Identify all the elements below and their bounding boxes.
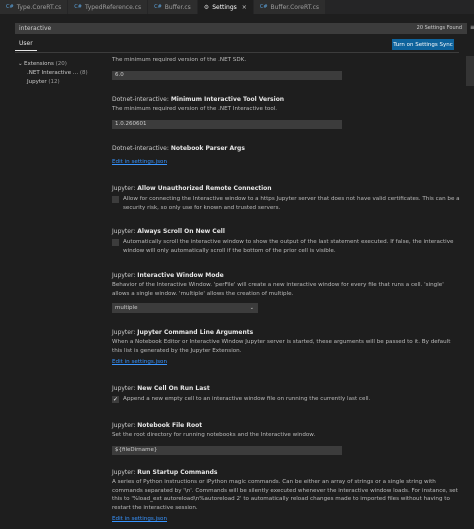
setting-description: The minimum required version of the .NET… xyxy=(112,57,247,63)
setting-sdk-version: The minimum required version of the .NET… xyxy=(112,56,460,80)
setting-category: Jupyter: xyxy=(112,272,138,279)
setting-description: Append a new empty cell to an interactiv… xyxy=(123,396,371,402)
toc-count: (20) xyxy=(55,61,67,67)
setting-title: Dotnet-interactive: Minimum Interactive … xyxy=(112,96,460,103)
csharp-file-icon: C# xyxy=(259,4,268,10)
notebook-file-root-input[interactable]: ${fileDirname} xyxy=(112,445,342,455)
edit-in-settings-json-link[interactable]: Edit in settings.json xyxy=(112,159,167,165)
tab-buffer[interactable]: C# Buffer.cs xyxy=(148,0,198,14)
tab-buffer-corert[interactable]: C# Buffer.CoreRT.cs xyxy=(253,0,326,14)
toc-label: Jupyter xyxy=(27,79,47,85)
setting-min-tool-version: Dotnet-interactive: Minimum Interactive … xyxy=(112,96,460,129)
tab-settings[interactable]: ⚙ Settings × xyxy=(197,0,254,14)
divider xyxy=(15,52,459,53)
settings-toc: ⌄Extensions (20) .NET Interactive ... (8… xyxy=(18,60,88,87)
setting-description: A series of Python instructions or iPyth… xyxy=(112,479,458,511)
tab-label: Buffer.CoreRT.cs xyxy=(270,3,319,11)
setting-always-scroll: Jupyter: Always Scroll On New Cell Autom… xyxy=(112,228,460,255)
csharp-file-icon: C# xyxy=(74,4,82,10)
gear-icon: ⚙ xyxy=(203,3,210,11)
setting-category: Jupyter: xyxy=(112,329,138,336)
setting-description: Set the root directory for running noteb… xyxy=(112,432,316,438)
setting-description: When a Notebook Editor or Interactive Wi… xyxy=(112,339,451,354)
toc-label: Extensions xyxy=(24,61,54,67)
setting-title: Jupyter: Interactive Window Mode xyxy=(112,272,460,279)
setting-category: Dotnet-interactive: xyxy=(112,145,171,152)
setting-title: Jupyter: Jupyter Command Line Arguments xyxy=(112,329,460,336)
setting-name: Notebook File Root xyxy=(137,422,203,429)
toc-item-extensions[interactable]: ⌄Extensions (20) xyxy=(18,60,88,69)
setting-title: Jupyter: Allow Unauthorized Remote Conne… xyxy=(112,185,460,192)
select-value: multiple xyxy=(115,305,138,311)
setting-category: Jupyter: xyxy=(112,422,138,429)
settings-scope-tabs: User xyxy=(15,38,37,52)
setting-interactive-window-mode: Jupyter: Interactive Window Mode Behavio… xyxy=(112,272,460,313)
setting-name: Allow Unauthorized Remote Connection xyxy=(137,185,272,192)
toc-count: (12) xyxy=(48,79,60,85)
setting-category: Jupyter: xyxy=(112,185,138,192)
filter-icon[interactable]: ≡ xyxy=(470,24,474,31)
tab-label: Type.CoreRT.cs xyxy=(16,3,62,11)
setting-category: Jupyter: xyxy=(112,469,138,476)
setting-name: New Cell On Run Last xyxy=(137,385,210,392)
tab-user[interactable]: User xyxy=(15,38,37,51)
edit-in-settings-json-link[interactable]: Edit in settings.json xyxy=(112,359,167,365)
setting-description: Allow for connecting the Interactive win… xyxy=(123,196,460,211)
setting-name: Interactive Window Mode xyxy=(137,272,224,279)
close-icon[interactable]: × xyxy=(242,4,247,11)
setting-name: Minimum Interactive Tool Version xyxy=(170,96,285,103)
new-cell-on-run-last-checkbox[interactable]: ✓ xyxy=(112,396,119,403)
tab-label: Settings xyxy=(212,3,237,11)
setting-notebook-file-root: Jupyter: Notebook File Root Set the root… xyxy=(112,422,460,455)
setting-new-cell-on-run-last: Jupyter: New Cell On Run Last ✓ Append a… xyxy=(112,385,460,404)
setting-name: Notebook Parser Args xyxy=(170,145,245,152)
tab-type-corert[interactable]: C# Type.CoreRT.cs xyxy=(0,0,69,14)
setting-notebook-parser-args: Dotnet-interactive: Notebook Parser Args… xyxy=(112,145,460,165)
setting-title: Dotnet-interactive: Notebook Parser Args xyxy=(112,145,460,152)
setting-title: Jupyter: Run Startup Commands xyxy=(112,469,460,476)
setting-description: Behavior of the Interactive Window. 'per… xyxy=(112,282,444,297)
setting-run-startup-commands: Jupyter: Run Startup Commands A series o… xyxy=(112,469,460,522)
toc-item-dotnet-interactive[interactable]: .NET Interactive ... (8) xyxy=(18,69,88,78)
setting-description: The minimum required version of the .NET… xyxy=(112,106,278,112)
setting-name: Always Scroll On New Cell xyxy=(137,228,225,235)
setting-jupyter-command-line-args: Jupyter: Jupyter Command Line Arguments … xyxy=(112,329,460,365)
toc-item-jupyter[interactable]: Jupyter (12) xyxy=(18,78,88,87)
tab-label: TypedReference.cs xyxy=(84,3,142,11)
settings-search-box: 20 Settings Found ≡ xyxy=(15,23,474,34)
setting-name: Jupyter Command Line Arguments xyxy=(137,329,254,336)
settings-search-input[interactable] xyxy=(16,24,382,33)
edit-in-settings-json-link[interactable]: Edit in settings.json xyxy=(112,516,167,522)
setting-category: Jupyter: xyxy=(112,228,138,235)
csharp-file-icon: C# xyxy=(154,4,162,10)
interactive-window-mode-select[interactable]: multiple ⌄ xyxy=(112,303,258,313)
setting-name: Run Startup Commands xyxy=(137,469,218,476)
setting-category: Dotnet-interactive: xyxy=(112,96,171,103)
setting-title: Jupyter: New Cell On Run Last xyxy=(112,385,460,392)
allow-unauthorized-checkbox[interactable] xyxy=(112,196,119,203)
sdk-version-input[interactable]: 6.0 xyxy=(112,70,342,80)
setting-title: Jupyter: Notebook File Root xyxy=(112,422,460,429)
scrollbar-thumb[interactable] xyxy=(466,56,474,86)
min-tool-version-input[interactable]: 1.0.260601 xyxy=(112,119,342,129)
setting-description: Automatically scroll the interactive win… xyxy=(123,239,454,254)
settings-sync-button[interactable]: Turn on Settings Sync xyxy=(392,39,454,50)
checkmark-icon: ✓ xyxy=(112,396,119,403)
csharp-file-icon: C# xyxy=(6,4,14,10)
setting-allow-unauthorized-remote: Jupyter: Allow Unauthorized Remote Conne… xyxy=(112,185,460,212)
editor-tab-bar: C# Type.CoreRT.cs C# TypedReference.cs C… xyxy=(0,0,474,15)
setting-title: Jupyter: Always Scroll On New Cell xyxy=(112,228,460,235)
toc-label: .NET Interactive ... xyxy=(27,70,79,76)
setting-category: Jupyter: xyxy=(112,385,138,392)
always-scroll-checkbox[interactable] xyxy=(112,239,119,246)
tab-label: Buffer.cs xyxy=(164,3,191,11)
chevron-down-icon: ⌄ xyxy=(249,305,254,311)
toc-count: (8) xyxy=(79,70,88,76)
tab-typedreference[interactable]: C# TypedReference.cs xyxy=(68,0,149,14)
results-count: 20 Settings Found xyxy=(416,25,462,31)
